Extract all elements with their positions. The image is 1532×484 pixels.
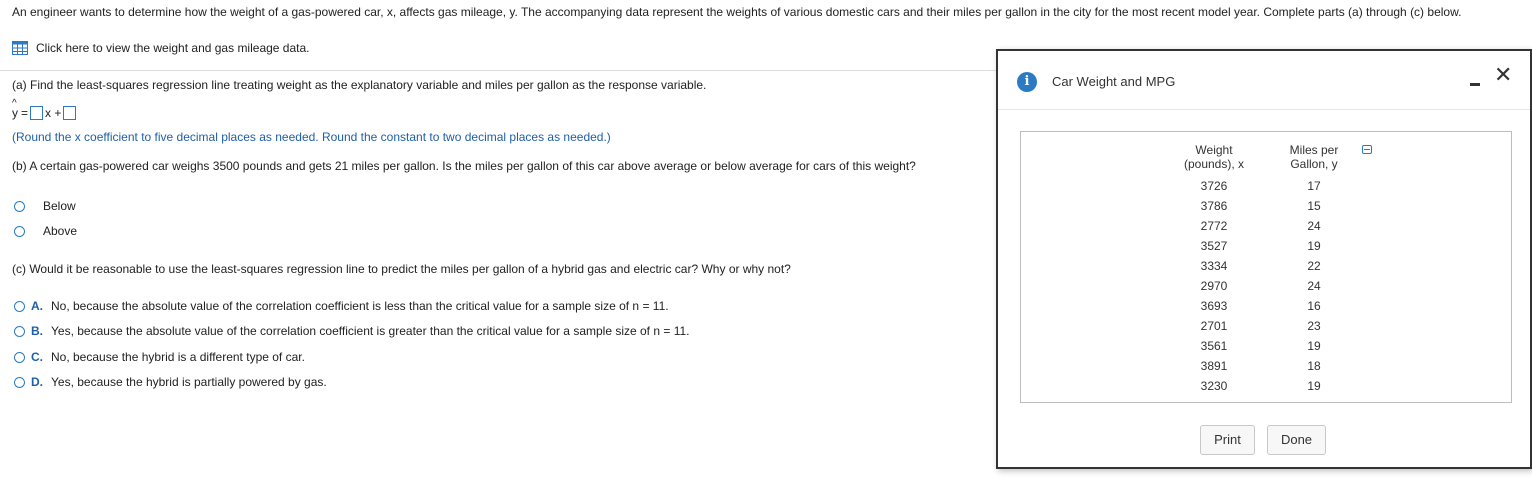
- option-d-text: Yes, because the hybrid is partially pow…: [51, 375, 327, 389]
- data-link[interactable]: Click here to view the weight and gas mi…: [12, 41, 310, 55]
- option-d[interactable]: D. Yes, because the hybrid is partially …: [14, 375, 327, 389]
- option-above-label: Above: [43, 224, 78, 238]
- option-a-letter: A.: [31, 299, 43, 313]
- info-icon: i: [1017, 72, 1037, 92]
- option-below-label: Below: [43, 199, 76, 213]
- close-button[interactable]: ✕: [1494, 63, 1512, 88]
- print-button[interactable]: Print: [1200, 425, 1255, 455]
- radio-above[interactable]: [14, 225, 25, 237]
- weight-cell: 2772: [1200, 219, 1228, 233]
- weight-header-line2: (pounds), x: [1183, 157, 1245, 171]
- weight-cell: 3561: [1200, 339, 1228, 353]
- mpg-header-line1: Miles per: [1289, 143, 1339, 157]
- weight-cell: 2701: [1200, 319, 1228, 333]
- constant-input[interactable]: [63, 106, 77, 120]
- dialog-header: i Car Weight and MPG ✕: [998, 51, 1530, 110]
- radio-b[interactable]: [14, 325, 25, 337]
- copy-icon[interactable]: [1362, 145, 1372, 154]
- equals-sign: =: [21, 106, 29, 120]
- mpg-cell: 15: [1307, 199, 1321, 213]
- x-plus-text: x +: [45, 106, 62, 120]
- option-above[interactable]: Above: [14, 224, 77, 238]
- option-c-text: No, because the hybrid is a different ty…: [51, 350, 305, 364]
- weight-cell: 3230: [1200, 379, 1228, 393]
- divider: [0, 70, 1000, 71]
- radio-d[interactable]: [14, 376, 25, 388]
- weight-cell: 3334: [1200, 259, 1228, 273]
- minimize-icon: [1470, 83, 1480, 86]
- mpg-cell: 23: [1307, 319, 1321, 333]
- mpg-cell: 19: [1307, 379, 1321, 393]
- option-d-letter: D.: [31, 375, 43, 389]
- weight-cell: 2970: [1200, 279, 1228, 293]
- part-b-question: (b) A certain gas-powered car weighs 350…: [12, 159, 916, 173]
- option-b[interactable]: B. Yes, because the absolute value of th…: [14, 324, 690, 338]
- x-coefficient-input[interactable]: [30, 106, 44, 120]
- radio-a[interactable]: [14, 300, 25, 312]
- data-dialog: i Car Weight and MPG ✕ Weight (pounds), …: [996, 49, 1532, 469]
- weight-cell: 3786: [1200, 199, 1228, 213]
- option-c-letter: C.: [31, 350, 43, 364]
- data-link-label[interactable]: Click here to view the weight and gas mi…: [36, 41, 310, 55]
- option-below[interactable]: Below: [14, 199, 76, 213]
- table-icon: [12, 41, 28, 55]
- option-b-letter: B.: [31, 324, 43, 338]
- y-hat-symbol: ^ y: [12, 98, 18, 120]
- weight-cell: 3726: [1200, 179, 1228, 193]
- part-c-question: (c) Would it be reasonable to use the le…: [12, 262, 791, 276]
- minimize-button[interactable]: [1468, 75, 1482, 89]
- problem-intro: An engineer wants to determine how the w…: [12, 5, 1462, 19]
- mpg-column-header: Miles per Gallon, y: [1279, 143, 1349, 171]
- mpg-cell: 24: [1307, 219, 1321, 233]
- weight-cell: 3693: [1200, 299, 1228, 313]
- mpg-cell: 18: [1307, 359, 1321, 373]
- regression-equation: ^ y = x +: [12, 98, 78, 120]
- option-b-text: Yes, because the absolute value of the c…: [51, 324, 690, 338]
- part-a-question: (a) Find the least-squares regression li…: [12, 78, 707, 92]
- mpg-cell: 19: [1307, 339, 1321, 353]
- option-a[interactable]: A. No, because the absolute value of the…: [14, 299, 669, 313]
- done-button[interactable]: Done: [1267, 425, 1326, 455]
- mpg-header-line2: Gallon, y: [1290, 157, 1338, 171]
- rounding-hint: (Round the x coefficient to five decimal…: [12, 130, 611, 144]
- mpg-cell: 22: [1307, 259, 1321, 273]
- data-table: Weight (pounds), x Miles per Gallon, y 3…: [1020, 131, 1512, 403]
- dialog-title: Car Weight and MPG: [1052, 74, 1176, 89]
- weight-header-line1: Weight: [1195, 143, 1233, 157]
- mpg-cell: 17: [1307, 179, 1321, 193]
- weight-cell: 3891: [1200, 359, 1228, 373]
- mpg-cell: 16: [1307, 299, 1321, 313]
- radio-below[interactable]: [14, 200, 25, 212]
- option-a-text: No, because the absolute value of the co…: [51, 299, 669, 313]
- mpg-cell: 24: [1307, 279, 1321, 293]
- option-c[interactable]: C. No, because the hybrid is a different…: [14, 350, 305, 364]
- weight-cell: 3527: [1200, 239, 1228, 253]
- radio-c[interactable]: [14, 351, 25, 363]
- weight-column-header: Weight (pounds), x: [1179, 143, 1249, 171]
- mpg-cell: 19: [1307, 239, 1321, 253]
